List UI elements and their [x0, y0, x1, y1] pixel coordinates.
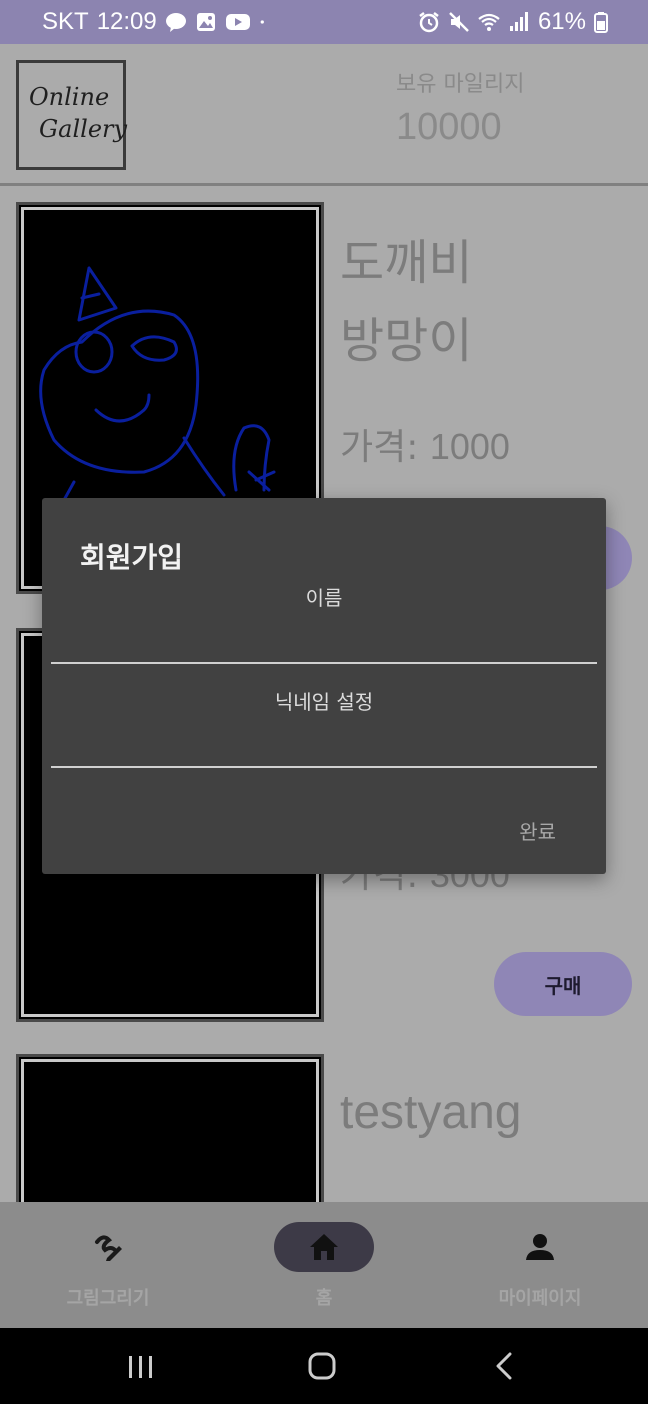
carrier-text: SKT: [42, 8, 89, 35]
mileage-value: 10000: [396, 106, 502, 148]
app-screen: SKT 12:09 61% Online Gallery 보유 마일리지 100…: [0, 0, 648, 1404]
nickname-label: 닉네임 설정: [274, 690, 374, 714]
artwork-canvas: [21, 1059, 319, 1202]
dialog-title: 회원가입: [80, 541, 184, 574]
done-button[interactable]: 완료: [519, 816, 556, 845]
draw-icon[interactable]: [58, 1222, 158, 1272]
person-icon[interactable]: [490, 1222, 590, 1272]
product-title-1: 도깨비 방망이: [340, 224, 472, 380]
logo-text: Online Gallery: [29, 81, 127, 145]
mute-icon: [449, 12, 469, 32]
gallery-logo: Online Gallery: [16, 60, 127, 170]
product-title-3: testyang: [340, 1086, 522, 1139]
status-left: SKT 12:09: [42, 8, 271, 36]
youtube-icon: [225, 14, 250, 30]
back-icon[interactable]: [494, 1352, 514, 1380]
nav-label-draw: 그림그리기: [66, 1288, 150, 1309]
status-right: 61%: [418, 8, 608, 36]
wifi-icon: [478, 13, 500, 31]
status-bar: SKT 12:09 61%: [0, 0, 648, 44]
battery-text: 61%: [537, 8, 586, 35]
system-navigation-bar: [0, 1328, 648, 1404]
nav-label-mypage: 마이페이지: [498, 1288, 582, 1309]
signal-icon: [509, 12, 528, 31]
home-button-icon[interactable]: [308, 1352, 336, 1380]
dot-icon: [260, 20, 264, 24]
gallery-icon: [196, 13, 215, 31]
nav-label-home: 홈: [315, 1288, 333, 1309]
alarm-icon: [419, 12, 439, 33]
nav-item-mypage[interactable]: 마이페이지: [432, 1202, 648, 1328]
nav-item-draw[interactable]: 그림그리기: [0, 1202, 216, 1328]
battery-icon: [594, 12, 608, 33]
nav-item-home[interactable]: 홈: [216, 1202, 432, 1328]
product-price-1: 가격: 1000: [340, 418, 510, 470]
name-label: 이름: [305, 586, 343, 610]
logo-line2: Gallery: [39, 115, 128, 143]
signup-dialog: 회원가입 이름 닉네임 설정 완료: [42, 498, 606, 874]
logo-line1: Online: [29, 83, 110, 111]
price-value: 1000: [429, 426, 510, 467]
title-line1: 도깨비: [340, 235, 473, 291]
app-header: Online Gallery 보유 마일리지 10000: [0, 44, 648, 186]
clock-text: 12:09: [96, 8, 157, 35]
nickname-input[interactable]: [51, 728, 597, 768]
product-artwork-3[interactable]: [16, 1054, 324, 1202]
name-input[interactable]: [51, 624, 597, 664]
price-label: 가격:: [340, 427, 419, 468]
bottom-navigation: 그림그리기 홈 마이페이지: [0, 1202, 648, 1328]
talk-icon: [165, 13, 186, 32]
home-icon[interactable]: [274, 1222, 374, 1272]
recent-apps-icon[interactable]: [126, 1354, 156, 1380]
mileage-label: 보유 마일리지: [396, 72, 525, 97]
buy-button-2[interactable]: 구매: [494, 952, 632, 1016]
title-line2: 방망이: [340, 313, 473, 369]
